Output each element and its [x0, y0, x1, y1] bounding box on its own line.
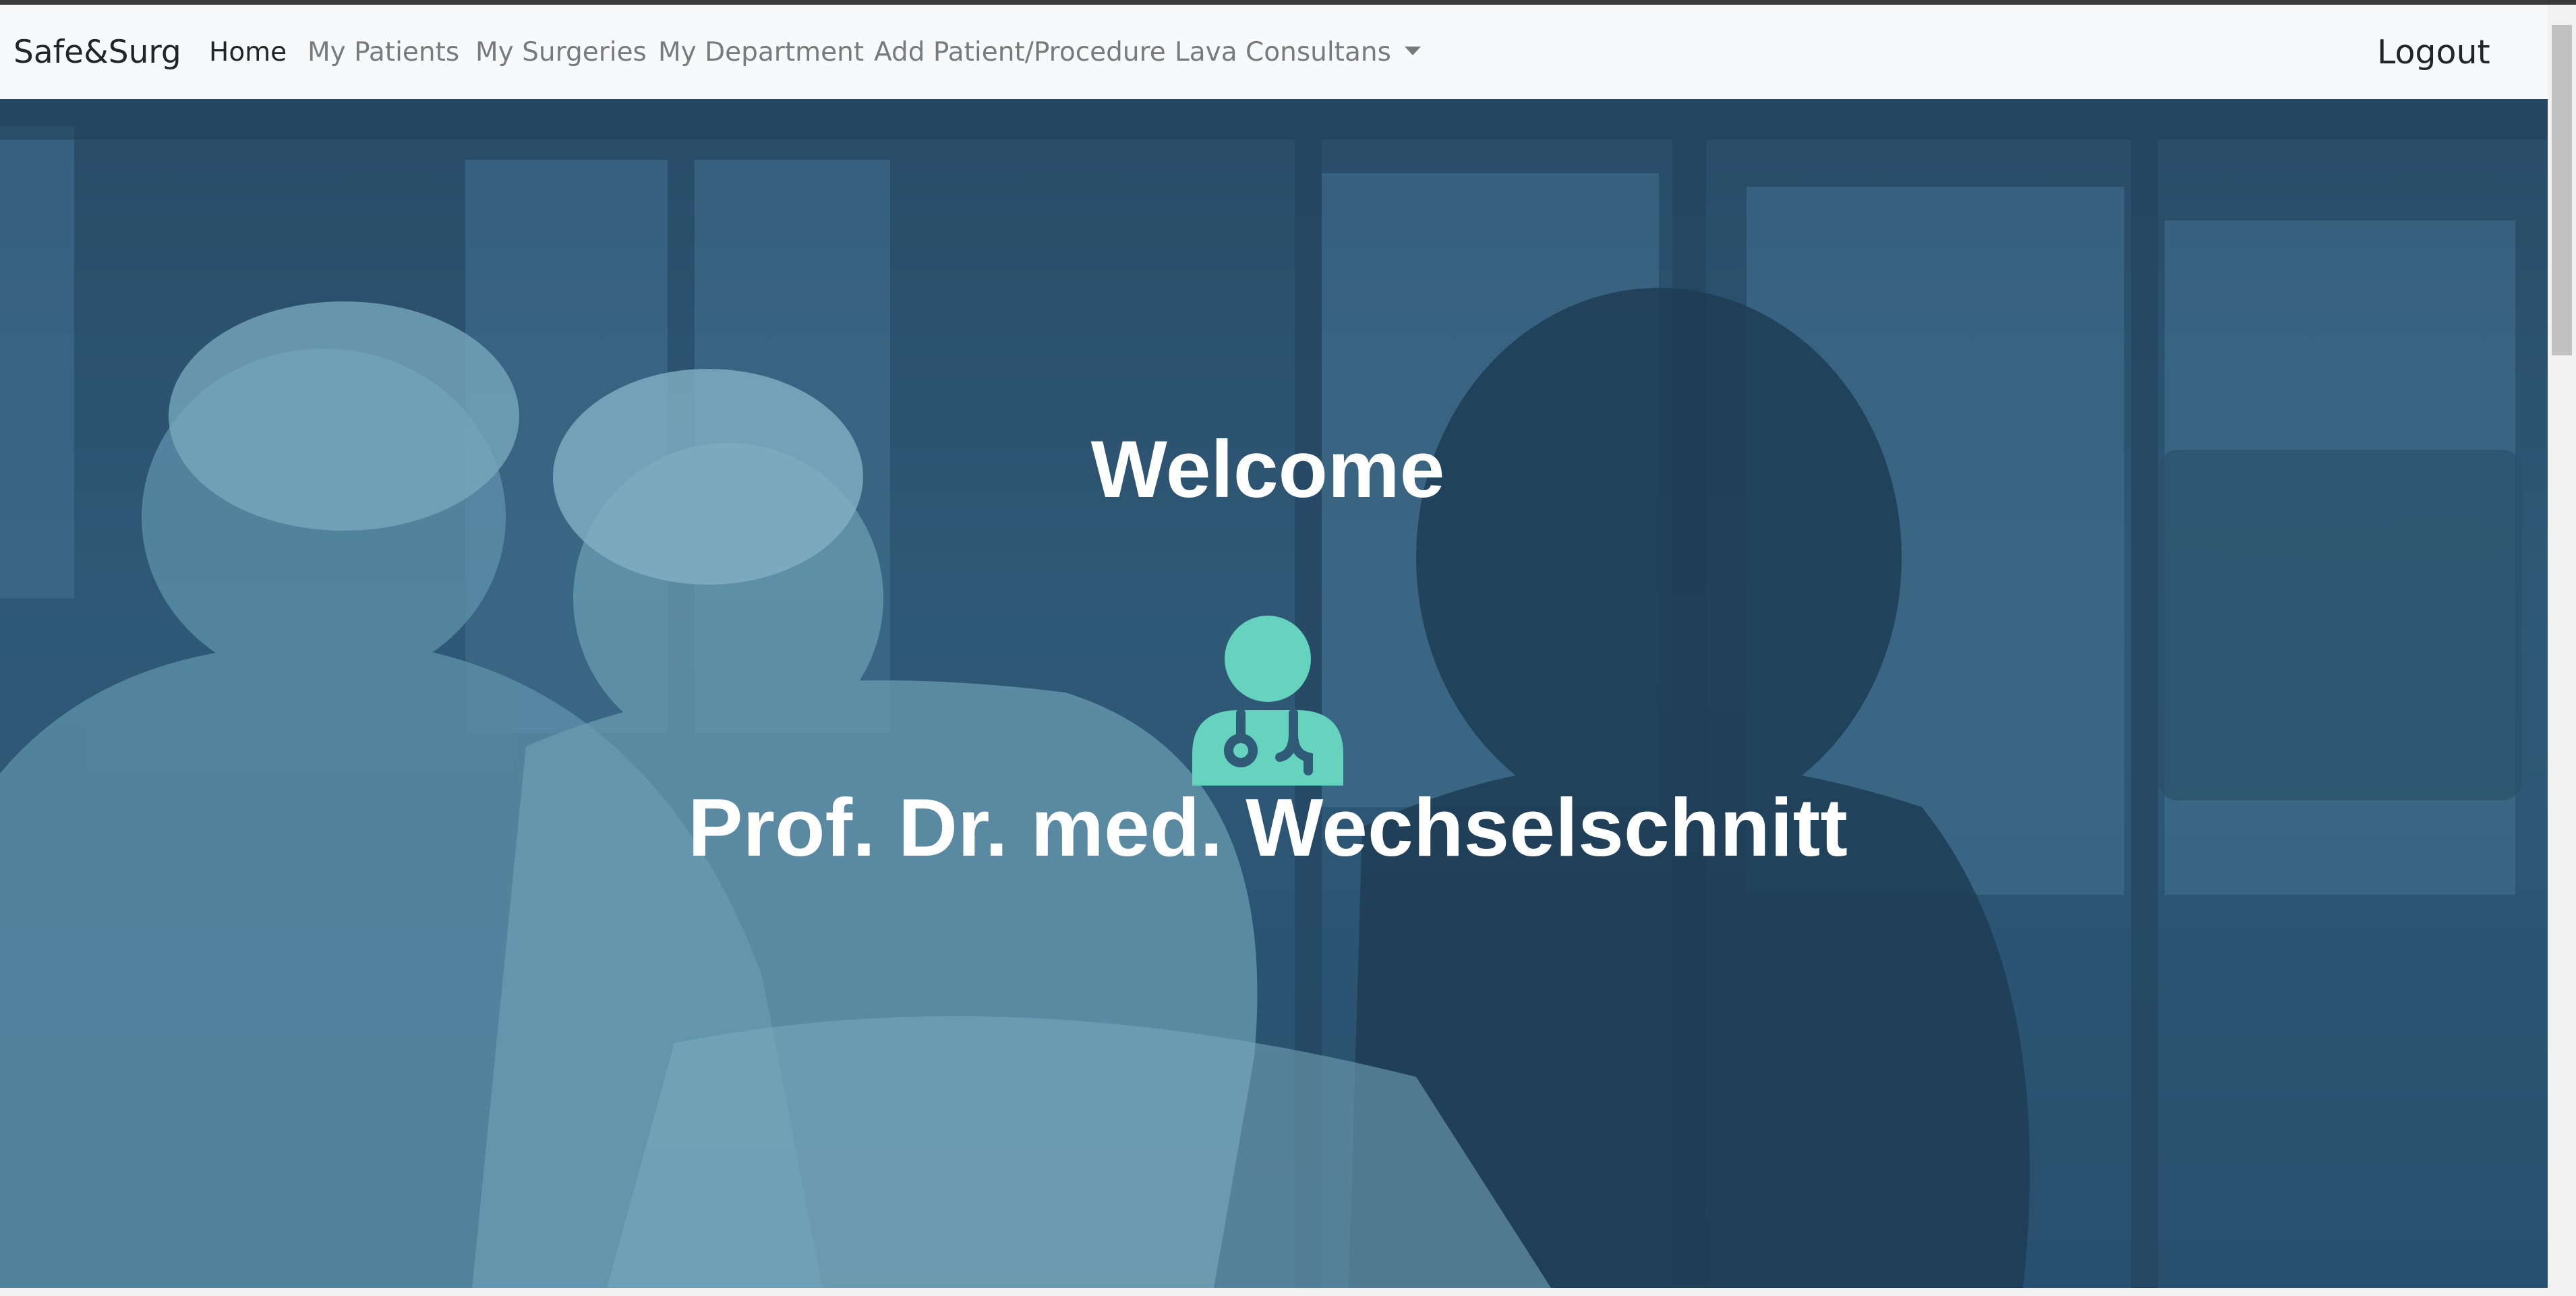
nav-lava-consultans-dropdown[interactable]: Lava Consultans: [1175, 37, 1421, 67]
nav-lava-consultans-label: Lava Consultans: [1175, 36, 1391, 67]
page: Safe&Surg Home My Patients My Surgeries …: [0, 0, 2576, 1296]
nav-my-patients[interactable]: My Patients: [308, 37, 459, 67]
hero-banner: Welcome Prof. Dr. med. Wechselschnitt: [0, 99, 2548, 1288]
window-top-border: [0, 0, 2576, 5]
user-name-heading: Prof. Dr. med. Wechselschnitt: [688, 782, 1848, 873]
logout-link[interactable]: Logout: [2377, 33, 2490, 71]
navbar: Safe&Surg Home My Patients My Surgeries …: [0, 5, 2548, 100]
nav-my-surgeries[interactable]: My Surgeries: [475, 37, 647, 67]
nav-my-department[interactable]: My Department: [658, 37, 864, 67]
bottom-edge: [0, 1288, 2576, 1296]
nav-home[interactable]: Home: [209, 37, 287, 67]
nav-add-patient-procedure[interactable]: Add Patient/Procedure: [874, 37, 1166, 67]
vertical-scrollbar[interactable]: [2548, 5, 2576, 1288]
chevron-down-icon: [1404, 46, 1421, 55]
scrollbar-thumb[interactable]: [2552, 25, 2572, 355]
brand-logo[interactable]: Safe&Surg: [13, 34, 181, 71]
user-doctor-icon: [1192, 616, 1343, 786]
welcome-heading: Welcome: [1090, 424, 1445, 514]
